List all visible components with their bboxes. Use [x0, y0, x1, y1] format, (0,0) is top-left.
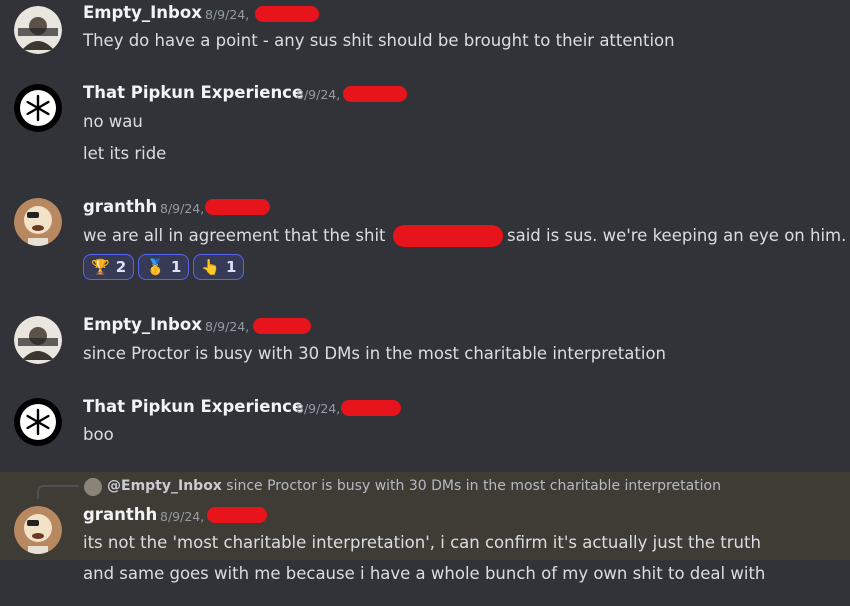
reaction-medal[interactable]: 🥇 1: [138, 254, 190, 280]
reaction-count: 1: [170, 258, 182, 276]
redaction-mark: [343, 86, 407, 102]
message: Empty_Inbox 8/9/24, since Proctor is bus…: [0, 310, 850, 380]
reply-avatar[interactable]: [84, 478, 102, 496]
message: That Pipkun Experience 8/9/24, no wau le…: [0, 78, 850, 173]
author-name[interactable]: Empty_Inbox: [83, 315, 202, 334]
message-text: let its ride: [83, 144, 167, 163]
redaction-mark: [341, 400, 401, 416]
redaction-mark: [205, 199, 270, 215]
redaction-mark: [253, 318, 311, 334]
message-text: since Proctor is busy with 30 DMs in the…: [83, 344, 666, 363]
timestamp: 8/9/24,: [296, 401, 341, 416]
reply-text[interactable]: since Proctor is busy with 30 DMs in the…: [226, 478, 721, 494]
redaction-mark: [207, 507, 267, 523]
timestamp: 8/9/24,: [160, 509, 205, 524]
avatar[interactable]: [14, 6, 62, 54]
reaction-bar: 🏆 2 🥇 1 👆 1: [83, 254, 245, 280]
redaction-mark: [393, 225, 503, 247]
author-name[interactable]: granthh: [83, 505, 157, 524]
trophy-icon: 🏆: [91, 258, 110, 276]
message-text: no wau: [83, 112, 143, 131]
avatar[interactable]: [14, 84, 62, 132]
message-text: we are all in agreement that the shit: [83, 226, 386, 245]
avatar[interactable]: [14, 506, 62, 554]
timestamp: 8/9/24,: [296, 87, 341, 102]
author-name[interactable]: That Pipkun Experience: [83, 83, 303, 102]
reaction-count: 2: [115, 258, 127, 276]
redaction-mark: [255, 6, 319, 22]
message: granthh 8/9/24, its not the 'most charit…: [0, 500, 850, 600]
first-place-medal-icon: 🥇: [146, 258, 165, 276]
message-text: said is sus. we're keeping an eye on him…: [507, 226, 847, 245]
reaction-count: 1: [225, 258, 237, 276]
message: That Pipkun Experience 8/9/24, boo: [0, 392, 850, 457]
author-name[interactable]: Empty_Inbox: [83, 3, 202, 22]
timestamp: 8/9/24,: [160, 201, 205, 216]
avatar[interactable]: [14, 398, 62, 446]
avatar[interactable]: [14, 316, 62, 364]
author-name[interactable]: granthh: [83, 197, 157, 216]
message-text: boo: [83, 425, 114, 444]
pointing-up-icon: 👆: [201, 258, 220, 276]
author-name[interactable]: That Pipkun Experience: [83, 397, 303, 416]
reply-author[interactable]: @Empty_Inbox: [107, 478, 222, 494]
message-text: They do have a point - any sus shit shou…: [83, 31, 675, 50]
message-text: and same goes with me because i have a w…: [83, 564, 766, 583]
reply-preview[interactable]: @Empty_Inbox since Proctor is busy with …: [107, 478, 721, 494]
reaction-pointing-up[interactable]: 👆 1: [193, 254, 245, 280]
reaction-trophy[interactable]: 🏆 2: [83, 254, 135, 280]
timestamp: 8/9/24,: [205, 319, 250, 334]
avatar[interactable]: [14, 198, 62, 246]
message-text: its not the 'most charitable interpretat…: [83, 533, 761, 552]
reply-connector: [37, 485, 79, 499]
timestamp: 8/9/24,: [205, 7, 250, 22]
message: Empty_Inbox 8/9/24, They do have a point…: [0, 0, 850, 60]
